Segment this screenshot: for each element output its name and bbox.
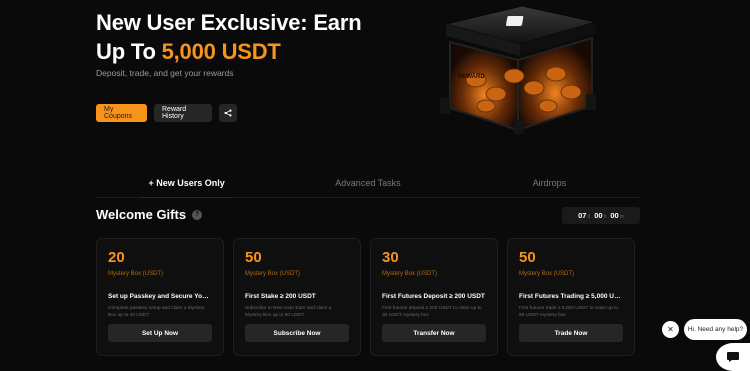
- share-button[interactable]: [219, 104, 237, 122]
- share-icon: [224, 109, 232, 117]
- close-icon[interactable]: ✕: [662, 321, 679, 338]
- gift-unit: Mystery Box (USDT): [108, 271, 164, 277]
- hero-title-line2: Up To 5,000 USDT: [96, 39, 281, 64]
- section-title: Welcome Gifts: [96, 207, 187, 222]
- hero-title-line1: New User Exclusive: Earn: [96, 10, 362, 35]
- trade-now-button[interactable]: Trade Now: [519, 324, 623, 342]
- welcome-gifts-heading: Welcome Gifts ?: [96, 207, 203, 222]
- gift-card-passkey: 20 Mystery Box (USDT) Set up Passkey and…: [96, 238, 224, 356]
- gift-amount: 20: [108, 249, 125, 266]
- mystery-box-illustration: REWARD: [440, 5, 597, 134]
- my-coupons-button[interactable]: My Coupons: [96, 104, 147, 122]
- countdown-days: 07d: [578, 211, 591, 220]
- set-up-now-button[interactable]: Set Up Now: [108, 324, 212, 342]
- gift-description: Subscribe to New User Earn and claim a M…: [245, 306, 332, 318]
- gift-card-futures-deposit: 30 Mystery Box (USDT) First Futures Depo…: [370, 238, 498, 356]
- gift-unit: Mystery Box (USDT): [245, 271, 301, 277]
- gift-amount: 30: [382, 249, 399, 266]
- gift-title: First Futures Deposit ≥ 200 USDT: [382, 293, 485, 300]
- gift-description: First futures trade ≥ 5,000 USDT to clai…: [519, 306, 619, 318]
- gift-amount: 50: [519, 249, 536, 266]
- reward-history-button[interactable]: Reward History: [154, 104, 212, 122]
- gift-unit: Mystery Box (USDT): [519, 271, 575, 277]
- tab-advanced-tasks[interactable]: Advanced Tasks: [277, 168, 458, 197]
- gift-unit: Mystery Box (USDT): [382, 271, 438, 277]
- task-tabs: + New Users Only Advanced Tasks Airdrops: [96, 168, 640, 198]
- hero-subtitle: Deposit, trade, and get your rewards: [96, 68, 234, 78]
- gift-amount: 50: [245, 249, 262, 266]
- gift-card-first-stake: 50 Mystery Box (USDT) First Stake ≥ 200 …: [233, 238, 361, 356]
- gift-title: First Stake ≥ 200 USDT: [245, 293, 316, 300]
- gift-description: First futures deposit ≥ 200 USDT to clai…: [382, 306, 482, 318]
- tab-new-users-only[interactable]: + New Users Only: [96, 168, 277, 198]
- hero-title-accent: 5,000 USDT: [161, 39, 281, 64]
- countdown-minutes: 00m: [610, 211, 624, 220]
- gift-card-futures-trading: 50 Mystery Box (USDT) First Futures Trad…: [507, 238, 635, 356]
- box-label: REWARD: [458, 74, 485, 80]
- countdown-hours: 00h: [594, 211, 607, 220]
- question-icon[interactable]: ?: [192, 209, 203, 220]
- hero-actions: My Coupons Reward History: [96, 104, 237, 122]
- chat-icon: [727, 352, 739, 362]
- chat-launcher-button[interactable]: [716, 343, 750, 371]
- welcome-gift-cards: 20 Mystery Box (USDT) Set up Passkey and…: [96, 238, 635, 356]
- transfer-now-button[interactable]: Transfer Now: [382, 324, 486, 342]
- hero-title: New User Exclusive: Earn Up To 5,000 USD…: [96, 8, 362, 66]
- gift-description: Complete passkey setup and claim a Myste…: [108, 306, 205, 318]
- gift-title: Set up Passkey and Secure Your...: [108, 293, 212, 300]
- countdown-timer: 07d 00h 00m: [562, 207, 640, 224]
- tab-airdrops[interactable]: Airdrops: [459, 168, 640, 197]
- subscribe-now-button[interactable]: Subscribe Now: [245, 324, 349, 342]
- gift-title: First Futures Trading ≥ 5,000 USDT: [519, 293, 623, 300]
- chat-greeting[interactable]: Hi. Need any help?: [684, 319, 747, 340]
